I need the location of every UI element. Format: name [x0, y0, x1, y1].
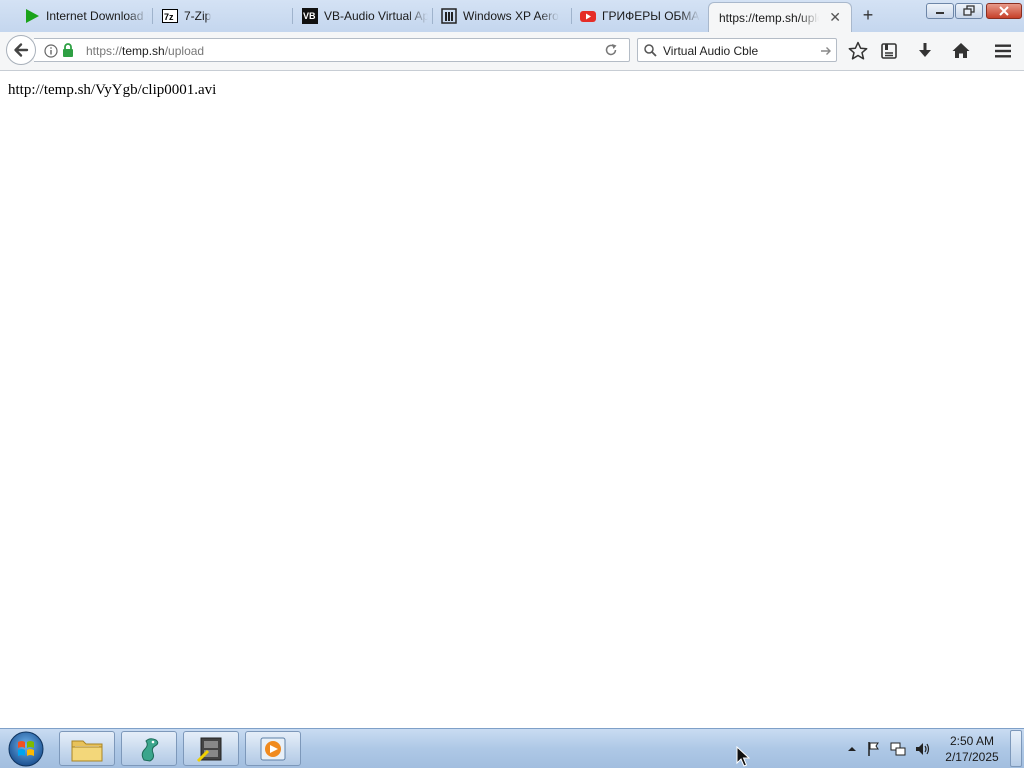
search-bar[interactable]: Virtual Audio Cble — [637, 38, 837, 62]
svg-text:7z: 7z — [164, 12, 174, 22]
close-window-button[interactable] — [986, 3, 1022, 19]
taskbar-file-explorer[interactable] — [59, 731, 115, 766]
tab-7zip[interactable]: 7z 7-Zip — [140, 2, 286, 30]
hamburger-menu-icon[interactable] — [993, 41, 1013, 61]
close-icon — [999, 6, 1009, 16]
restore-icon — [963, 5, 975, 16]
tab-title: https://temp.sh/upload — [719, 11, 819, 25]
search-go-arrow-icon[interactable] — [820, 45, 832, 57]
downloads-icon[interactable] — [915, 41, 935, 61]
volume-icon[interactable] — [914, 741, 930, 757]
url-text[interactable]: https://temp.sh/upload — [86, 44, 204, 58]
tab-title: Windows XP Aero — [463, 9, 559, 23]
taskbar-media-tool-app[interactable] — [183, 731, 239, 766]
windows-start-orb-icon — [8, 731, 44, 767]
info-icon[interactable] — [44, 44, 58, 58]
vb-audio-icon: VB — [302, 8, 318, 24]
start-button[interactable] — [6, 730, 46, 768]
tab-youtube-video[interactable]: ГРИФЕРЫ ОБМАНУЛИ — [558, 2, 700, 30]
close-tab-icon[interactable]: ✕ — [829, 10, 841, 24]
minimize-icon — [936, 12, 944, 14]
url-scheme: https:// — [86, 44, 123, 58]
page-content: http://temp.sh/VyYgb/clip0001.avi — [0, 71, 1024, 728]
new-tab-button[interactable]: + — [858, 5, 878, 25]
tab-strip: Internet Download Manager 7z 7-Zip VB VB… — [0, 0, 1024, 33]
tab-vb-audio[interactable]: VB VB-Audio Virtual Apps — [280, 2, 428, 30]
tab-windows-xp-aero[interactable]: Windows XP Aero — [419, 2, 561, 30]
taskbar: 2:50 AM 2/17/2025 — [0, 728, 1024, 768]
taskbar-seahorse-app[interactable] — [121, 731, 177, 766]
tab-title: 7-Zip — [184, 9, 212, 23]
back-arrow-icon — [14, 43, 29, 57]
tab-title: Internet Download Manager — [46, 9, 148, 23]
search-icon — [644, 44, 657, 57]
clock-time: 2:50 AM — [949, 734, 995, 748]
back-button[interactable] — [6, 35, 36, 65]
show-hidden-icons-icon[interactable] — [844, 741, 860, 757]
minimize-button[interactable] — [926, 3, 954, 19]
navigation-toolbar: https://temp.sh/upload Virtual Audio Cbl… — [0, 32, 1024, 71]
clock-date: 2/17/2025 — [945, 750, 999, 764]
tab-title: VB-Audio Virtual Apps — [324, 9, 428, 23]
media-player-icon — [260, 737, 286, 760]
film-tool-icon — [196, 737, 222, 762]
url-host: temp.sh — [122, 44, 165, 58]
youtube-icon — [580, 8, 596, 24]
reload-icon[interactable] — [604, 43, 618, 57]
restore-button[interactable] — [955, 3, 983, 19]
url-path: /upload — [164, 44, 205, 58]
upload-result-link[interactable]: http://temp.sh/VyYgb/clip0001.avi — [8, 82, 216, 99]
bookmarks-menu-icon[interactable] — [879, 41, 899, 61]
svg-text:VB: VB — [303, 11, 316, 21]
tab-temp-sh-upload[interactable]: https://temp.sh/upload ✕ — [708, 2, 852, 33]
7zip-icon: 7z — [162, 8, 178, 24]
search-input[interactable]: Virtual Audio Cble — [663, 44, 758, 58]
home-icon[interactable] — [951, 41, 971, 61]
lock-icon[interactable] — [62, 43, 74, 57]
show-desktop-button[interactable] — [1010, 730, 1022, 767]
folder-icon — [71, 740, 103, 761]
action-center-flag-icon[interactable] — [866, 741, 882, 757]
tab-title: ГРИФЕРЫ ОБМАНУЛИ — [602, 9, 700, 23]
tab-internet-download-manager[interactable]: Internet Download Manager — [2, 2, 148, 30]
seahorse-icon — [141, 737, 159, 762]
mouse-cursor-icon — [736, 746, 750, 767]
taskbar-media-player-app[interactable] — [245, 731, 301, 766]
archive-icon — [441, 8, 457, 24]
url-bar[interactable]: https://temp.sh/upload — [34, 38, 630, 62]
idm-play-icon — [24, 8, 40, 24]
taskbar-clock[interactable]: 2:50 AM 2/17/2025 — [940, 733, 1004, 765]
bookmark-star-icon[interactable] — [848, 41, 868, 61]
network-icon[interactable] — [890, 741, 906, 757]
